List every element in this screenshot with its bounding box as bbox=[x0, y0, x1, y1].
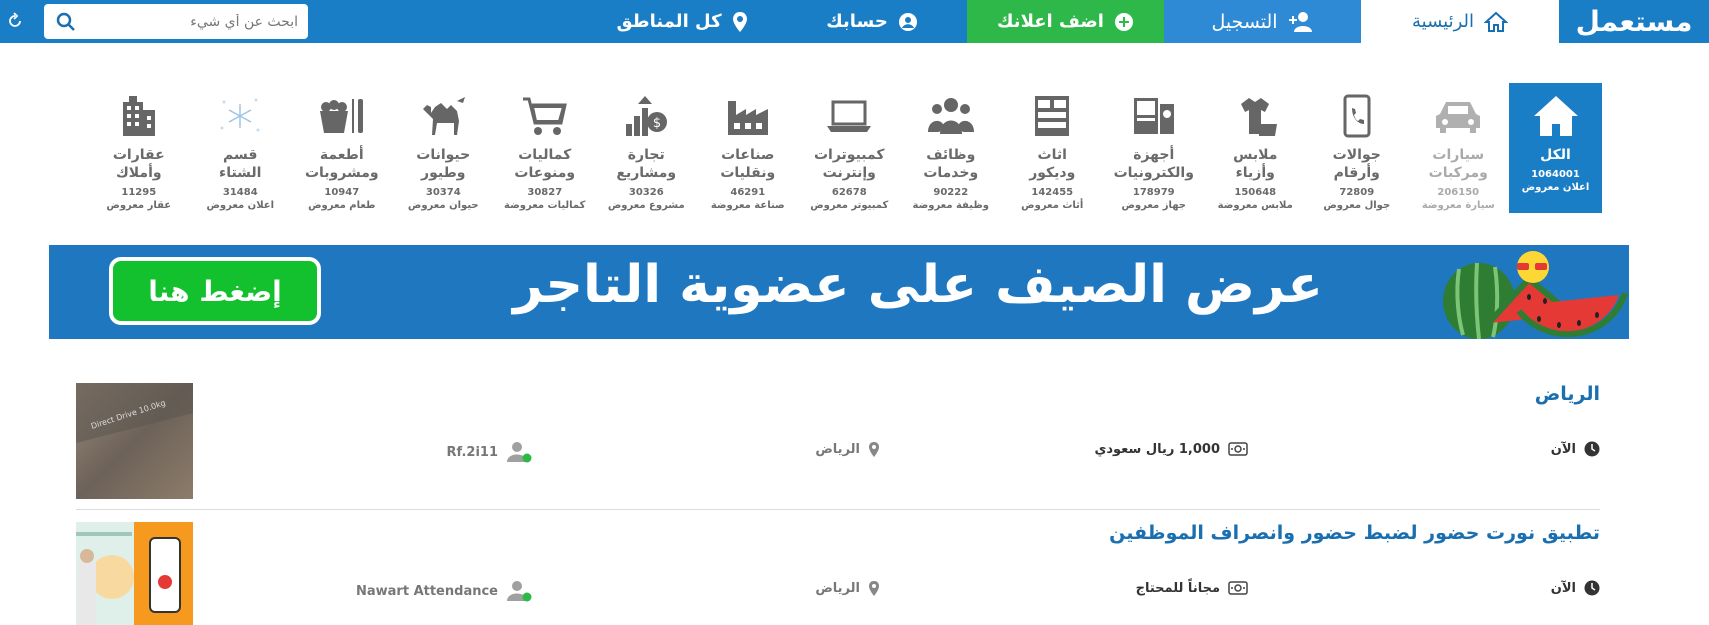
camel-icon bbox=[419, 91, 467, 141]
category-winter[interactable]: قسم الشتاء 31484 اعلان معروض bbox=[190, 83, 292, 213]
category-real-estate[interactable]: عقارات وأملاك 11295 عقار معروض bbox=[88, 83, 190, 213]
listing-time: الآن bbox=[1551, 441, 1600, 457]
category-bar: الكل 1064001 اعلان معروض سيارات ومركبات 2… bbox=[80, 83, 1602, 213]
nav-add-ad-button[interactable]: اضف اعلانك bbox=[967, 0, 1164, 43]
location-pin-icon bbox=[732, 11, 747, 32]
category-animals[interactable]: حيوانات وطيور 30374 حيوان معروض bbox=[393, 83, 495, 213]
listing-title[interactable]: تطبيق نورت حضور لضبط حضور وانصراف الموظف… bbox=[1109, 522, 1600, 544]
listing-item[interactable]: تطبيق نورت حضور لضبط حضور وانصراف الموظف… bbox=[76, 522, 1600, 625]
promo-banner[interactable]: إضغط هنا عرض الصيف على عضوية التاجر bbox=[49, 245, 1629, 339]
listing-thumbnail[interactable]: Direct Drive 10.0kg bbox=[76, 383, 193, 499]
refresh-icon[interactable] bbox=[6, 12, 24, 30]
building-icon bbox=[119, 91, 159, 141]
watermelon-illustration bbox=[1443, 251, 1628, 339]
location-pin-icon bbox=[869, 581, 879, 596]
appliance-icon bbox=[1130, 91, 1178, 141]
snowflake-icon bbox=[216, 91, 264, 141]
category-computers[interactable]: كمبيوترات وإنترنت 62678 كمبيوتر معروض bbox=[799, 83, 901, 213]
nav-regions-label: كل المناطق bbox=[616, 11, 722, 32]
nav-home[interactable]: الرئيسية bbox=[1361, 0, 1559, 43]
clock-icon bbox=[1584, 580, 1600, 596]
user-online-icon bbox=[507, 442, 532, 463]
category-food[interactable]: أطعمة ومشروبات 10947 طعام معروض bbox=[291, 83, 393, 213]
money-icon bbox=[1228, 442, 1248, 456]
user-online-icon bbox=[507, 581, 532, 602]
home-icon bbox=[1532, 91, 1580, 141]
nav-home-label: الرئيسية bbox=[1412, 11, 1474, 32]
nav-add-ad-label: اضف اعلانك bbox=[997, 11, 1104, 32]
category-industry[interactable]: صناعات ونقليات 46291 صناعة معروضة bbox=[697, 83, 799, 213]
banner-headline: عرض الصيف على عضوية التاجر bbox=[513, 255, 1323, 315]
nav-register[interactable]: التسجيل bbox=[1164, 0, 1361, 43]
user-circle-icon bbox=[898, 12, 917, 31]
phone-icon bbox=[1342, 91, 1372, 141]
search-box bbox=[44, 4, 308, 39]
nav-account[interactable]: حسابك bbox=[777, 0, 967, 43]
listing-user[interactable]: Rf.2i11 bbox=[447, 441, 533, 463]
site-logo[interactable]: مستعمل bbox=[1559, 0, 1709, 43]
category-phones[interactable]: جوالات وأرقام 72809 جوال معروض bbox=[1306, 83, 1408, 213]
car-icon bbox=[1434, 91, 1482, 141]
search-icon[interactable] bbox=[56, 12, 76, 32]
category-furniture[interactable]: اثاث وديكور 142455 أثاث معروض bbox=[1002, 83, 1104, 213]
listing-city: الرياض bbox=[815, 441, 880, 458]
listing-city: الرياض bbox=[815, 580, 880, 597]
category-clothes[interactable]: ملابس وأزياء 150648 ملابس معروضة bbox=[1205, 83, 1307, 213]
top-navbar: مستعمل الرئيسية التسجيل اضف اعلانك حسابك… bbox=[0, 0, 1709, 43]
category-trade[interactable]: $ تجارة ومشاريع 30326 مشروع معروض bbox=[596, 83, 698, 213]
category-accessories[interactable]: كماليات ومنوعات 30827 كماليات معروضة bbox=[494, 83, 596, 213]
category-cars[interactable]: سيارات ومركبات 206150 سيارة معروضة bbox=[1408, 83, 1510, 213]
listing-user[interactable]: Nawart Attendance bbox=[356, 580, 532, 602]
listing-price: 1,000 ريال سعودي bbox=[1094, 441, 1248, 457]
people-icon bbox=[927, 91, 975, 141]
category-electronics[interactable]: أجهزة والكترونيات 178979 جهاز معروض bbox=[1103, 83, 1205, 213]
add-user-icon bbox=[1288, 11, 1312, 32]
listing-time: الآن bbox=[1551, 580, 1600, 596]
laptop-icon bbox=[825, 91, 873, 141]
location-pin-icon bbox=[869, 442, 879, 457]
clothes-icon bbox=[1231, 91, 1279, 141]
home-icon bbox=[1484, 11, 1508, 32]
furniture-icon bbox=[1031, 91, 1073, 141]
cart-icon bbox=[521, 91, 569, 141]
listing-price: مجاناً للمحتاج bbox=[1136, 580, 1248, 596]
category-all[interactable]: الكل 1064001 اعلان معروض bbox=[1509, 83, 1602, 213]
factory-icon bbox=[726, 91, 770, 141]
money-icon bbox=[1228, 581, 1248, 595]
listing-item[interactable]: الرياض Direct Drive 10.0kg الآن 1,000 ري… bbox=[76, 383, 1600, 510]
plus-circle-icon bbox=[1114, 12, 1133, 31]
search-input[interactable] bbox=[80, 6, 300, 37]
clock-icon bbox=[1584, 441, 1600, 457]
trade-icon: $ bbox=[624, 91, 668, 141]
food-icon bbox=[318, 91, 366, 141]
nav-register-label: التسجيل bbox=[1211, 10, 1278, 33]
banner-click-button[interactable]: إضغط هنا bbox=[109, 257, 321, 325]
category-jobs[interactable]: وظائف وخدمات 90222 وظيفة معروضة bbox=[900, 83, 1002, 213]
nav-regions[interactable]: كل المناطق bbox=[587, 0, 777, 43]
svg-text:$: $ bbox=[653, 116, 661, 131]
listing-thumbnail[interactable] bbox=[76, 522, 193, 625]
listing-title[interactable]: الرياض bbox=[1535, 383, 1600, 405]
nav-account-label: حسابك bbox=[826, 11, 888, 32]
